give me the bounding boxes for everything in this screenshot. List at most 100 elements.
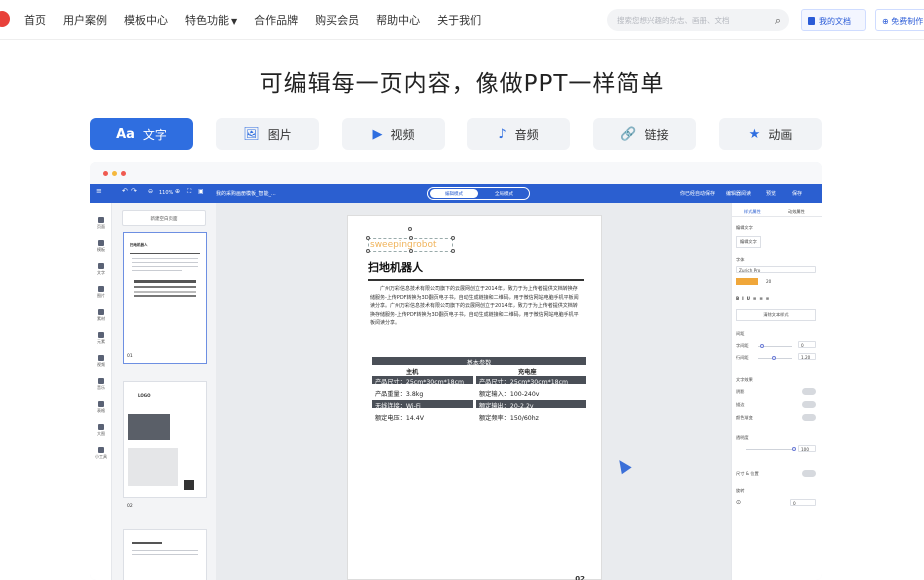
search-input[interactable]: 搜索您想兴趣的杂志、画册、文档 ⌕ xyxy=(607,9,789,31)
page-thumbnail-1[interactable]: 扫地机器人 01 xyxy=(123,232,207,364)
font-size-value[interactable]: 20 xyxy=(766,279,771,284)
font-select[interactable]: Zurich Pro xyxy=(736,266,816,273)
rotate-input[interactable]: 0 xyxy=(790,499,816,506)
intro-paragraph[interactable]: 广州万彩信息技术有限公司旗下的云展网创立于2014年，致力于为上传者提供文档转换… xyxy=(370,285,582,328)
page-thumbnail-3[interactable] xyxy=(123,529,207,580)
menu-icon[interactable]: ≡ xyxy=(96,187,102,195)
preview-button[interactable]: 预览 xyxy=(766,190,776,197)
nav-item-brands[interactable]: 合作品牌 xyxy=(254,12,298,28)
page-title[interactable]: 扫地机器人 xyxy=(368,259,423,275)
tool-label: 模板 xyxy=(97,247,105,252)
brand-logo[interactable] xyxy=(0,11,10,27)
read-button[interactable]: 编辑器阅读 xyxy=(726,190,751,197)
thumb-table-header xyxy=(134,280,196,283)
document-page[interactable]: sweepingrobot 扫地机器人 广州万彩信息技术有限公司旗下的云展网创立… xyxy=(347,215,602,580)
tool-label: 元素 xyxy=(97,339,105,344)
property-panel: 样式属性 动效属性 编辑文字 编辑文字 字体 Zurich Pro 20 B I… xyxy=(731,203,822,580)
editor-toolbar: ≡ ↶ ↷ ⊖ 110% ⊕ ⛶ ▣ 我的采购画册模板_智能_... 编辑模式 … xyxy=(90,184,822,203)
text-effects-label: 文字效果 xyxy=(736,377,753,382)
tool-page[interactable]: 页面 xyxy=(90,217,112,230)
nav-item-help[interactable]: 帮助中心 xyxy=(376,12,420,28)
nav-item-about[interactable]: 关于我们 xyxy=(437,12,481,28)
image-icon: 🖼 xyxy=(243,126,260,142)
opacity-slider[interactable] xyxy=(746,449,794,450)
resize-handle[interactable] xyxy=(409,249,413,253)
mode-switch: 编辑模式 全局模式 xyxy=(427,187,530,200)
opacity-input[interactable]: 100 xyxy=(798,445,816,452)
spec-cell: 额定频率：150/60hz xyxy=(479,415,539,422)
music-icon xyxy=(98,378,104,384)
slider-knob[interactable] xyxy=(760,344,764,348)
zoom-in-icon[interactable]: ⊕ xyxy=(175,188,180,195)
nav-item-features[interactable]: 特色功能 ▼ xyxy=(185,12,237,28)
save-button[interactable]: 保存 xyxy=(792,190,802,197)
thumb-line xyxy=(132,258,198,259)
line-spacing-label: 行间距 xyxy=(736,355,749,360)
tool-video[interactable]: 视频 xyxy=(90,355,112,368)
tool-material[interactable]: 素材 xyxy=(90,309,112,322)
redo-icon[interactable]: ↷ xyxy=(131,187,137,195)
gradient-toggle[interactable] xyxy=(802,414,816,421)
tool-label: 大图 xyxy=(97,431,105,436)
slider-knob[interactable] xyxy=(772,356,776,360)
tab-video[interactable]: ▶ 视频 xyxy=(342,118,445,150)
text-color-swatch[interactable] xyxy=(736,278,758,285)
element-icon xyxy=(98,332,104,338)
undo-icon[interactable]: ↶ xyxy=(122,187,128,195)
resize-handle[interactable] xyxy=(451,249,455,253)
tab-style-properties[interactable]: 样式属性 xyxy=(744,209,761,215)
material-icon xyxy=(98,309,104,315)
fullscreen-icon[interactable]: ⛶ xyxy=(187,188,191,196)
edit-text-button[interactable]: 编辑文字 xyxy=(736,236,761,248)
tab-text[interactable]: Aa 文字 xyxy=(90,118,193,150)
tab-audio[interactable]: ♪ 音频 xyxy=(467,118,570,150)
clear-format-button[interactable]: 清除文本样式 xyxy=(736,309,816,321)
tool-big-image[interactable]: 大图 xyxy=(90,424,112,437)
format-buttons[interactable]: B I U ≡ ≡ ≡ xyxy=(736,296,769,301)
resize-handle[interactable] xyxy=(409,236,413,240)
tool-table[interactable]: 表格 xyxy=(90,401,112,414)
tool-widgets[interactable]: 小工具 xyxy=(90,447,112,460)
free-make-button[interactable]: ⊕ 免费制作 xyxy=(875,9,924,31)
grid-icon[interactable]: ▣ xyxy=(198,188,204,195)
page-number: 02 xyxy=(575,575,585,580)
canvas-area[interactable]: sweepingrobot 扫地机器人 广州万彩信息技术有限公司旗下的云展网创立… xyxy=(216,203,731,580)
page-thumbnail-2[interactable]: LOGO 02 xyxy=(123,381,207,509)
tab-animation-properties[interactable]: 动效属性 xyxy=(788,209,805,215)
nav-item-features-label: 特色功能 xyxy=(185,14,229,27)
doc-title[interactable]: 我的采购画册模板_智能_... xyxy=(216,190,276,197)
preview-mode-button[interactable]: 全局模式 xyxy=(480,189,528,198)
char-spacing-input[interactable]: 0 xyxy=(798,341,816,348)
slider-knob[interactable] xyxy=(792,447,796,451)
tab-link[interactable]: 🔗 链接 xyxy=(593,118,696,150)
size-position-toggle[interactable] xyxy=(802,470,816,477)
new-page-button[interactable]: 新建空白页面 xyxy=(122,210,206,226)
tool-image[interactable]: 图片 xyxy=(90,286,112,299)
tool-music[interactable]: 音乐 xyxy=(90,378,112,391)
spacing-label: 间距 xyxy=(736,331,745,336)
tab-animation[interactable]: ★ 动画 xyxy=(719,118,822,150)
zoom-out-icon[interactable]: ⊖ xyxy=(148,188,153,195)
nav-item-templates[interactable]: 模板中心 xyxy=(124,12,168,28)
tool-text[interactable]: 文字 xyxy=(90,263,112,276)
resize-handle[interactable] xyxy=(366,249,370,253)
size-position-label: 尺寸 & 位置 xyxy=(736,471,759,476)
search-icon[interactable]: ⌕ xyxy=(775,14,781,28)
tool-element[interactable]: 元素 xyxy=(90,332,112,345)
tool-template[interactable]: 模板 xyxy=(90,240,112,253)
my-docs-button[interactable]: 我的文档 xyxy=(801,9,866,31)
nav-item-home[interactable]: 首页 xyxy=(24,12,46,28)
rotate-handle[interactable] xyxy=(408,227,412,231)
stroke-toggle[interactable] xyxy=(802,401,816,408)
nav-item-membership[interactable]: 购买会员 xyxy=(315,12,359,28)
tab-image[interactable]: 🖼 图片 xyxy=(216,118,319,150)
shadow-toggle[interactable] xyxy=(802,388,816,395)
line-spacing-input[interactable]: 1.20 xyxy=(798,353,816,360)
edit-mode-button[interactable]: 编辑模式 xyxy=(430,189,478,198)
tab-label: 音频 xyxy=(514,127,539,142)
zoom-level[interactable]: 110% xyxy=(159,190,173,196)
tab-label: 文字 xyxy=(142,127,167,142)
resize-handle[interactable] xyxy=(451,236,455,240)
nav-item-cases[interactable]: 用户案例 xyxy=(63,12,107,28)
resize-handle[interactable] xyxy=(366,236,370,240)
